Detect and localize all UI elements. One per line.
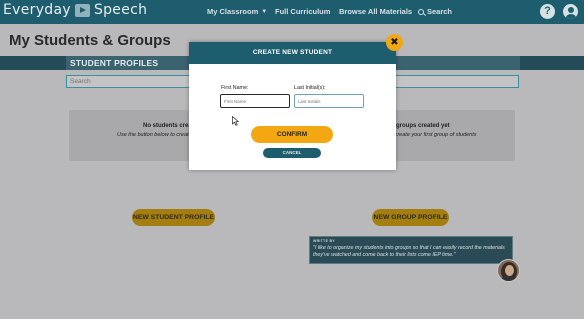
play-logo-icon bbox=[74, 3, 90, 17]
new-group-profile-button[interactable]: NEW GROUP PROFILE bbox=[372, 209, 449, 226]
avatar-face bbox=[505, 265, 514, 276]
nav-browse-all-materials[interactable]: Browse All Materials bbox=[339, 7, 412, 16]
nav-browse-label: Browse All Materials bbox=[339, 7, 413, 16]
new-student-profile-button[interactable]: NEW STUDENT PROFILE bbox=[132, 209, 215, 226]
search-icon bbox=[418, 8, 424, 15]
user-icon-head bbox=[567, 6, 574, 13]
modal-title: CREATE NEW STUDENT bbox=[252, 49, 333, 56]
last-initial-label: Last Initial(s): bbox=[294, 85, 326, 91]
close-icon[interactable]: ✖ bbox=[386, 34, 403, 51]
brand-left-text: Everyday bbox=[3, 2, 71, 18]
user-icon[interactable] bbox=[563, 4, 578, 19]
nav-my-classroom[interactable]: My Classroom ▼ bbox=[207, 7, 267, 16]
nav-my-classroom-label: My Classroom bbox=[207, 7, 259, 16]
brand-logo[interactable]: Everyday Speech bbox=[3, 2, 147, 18]
tip-quote: "I like to organize my students into gro… bbox=[313, 245, 505, 258]
nav-search-label: Search bbox=[427, 7, 453, 16]
cursor-icon bbox=[232, 116, 239, 126]
cancel-button[interactable]: CANCEL bbox=[263, 148, 321, 158]
nav-full-curriculum-label: Full Curriculum bbox=[275, 7, 331, 16]
chevron-down-icon: ▼ bbox=[261, 8, 268, 15]
brand-right-text: Speech bbox=[93, 2, 148, 18]
student-profiles-title: STUDENT PROFILES bbox=[70, 58, 159, 68]
empty-students-subtitle: Use the button below to create bbox=[117, 132, 192, 138]
user-icon-body bbox=[565, 13, 576, 19]
avatar-shirt bbox=[500, 276, 519, 281]
first-name-label: First Name: bbox=[221, 85, 249, 91]
tip-label: WRITTE BY bbox=[313, 239, 335, 243]
nav-full-curriculum[interactable]: Full Curriculum bbox=[275, 7, 330, 16]
last-initial-field[interactable] bbox=[294, 94, 364, 108]
empty-groups-subtitle: o create your first group of students bbox=[390, 132, 477, 138]
top-nav: Everyday Speech My Classroom ▼ Full Curr… bbox=[0, 0, 584, 24]
avatar bbox=[497, 259, 520, 282]
nav-search[interactable]: Search bbox=[418, 7, 452, 16]
modal-header: CREATE NEW STUDENT bbox=[189, 42, 396, 64]
first-name-field[interactable] bbox=[220, 94, 290, 108]
confirm-button[interactable]: CONFIRM bbox=[251, 126, 333, 143]
empty-groups-title: groups created yet bbox=[396, 123, 450, 129]
page-title: My Students & Groups bbox=[9, 32, 171, 49]
help-icon[interactable]: ? bbox=[540, 4, 555, 19]
